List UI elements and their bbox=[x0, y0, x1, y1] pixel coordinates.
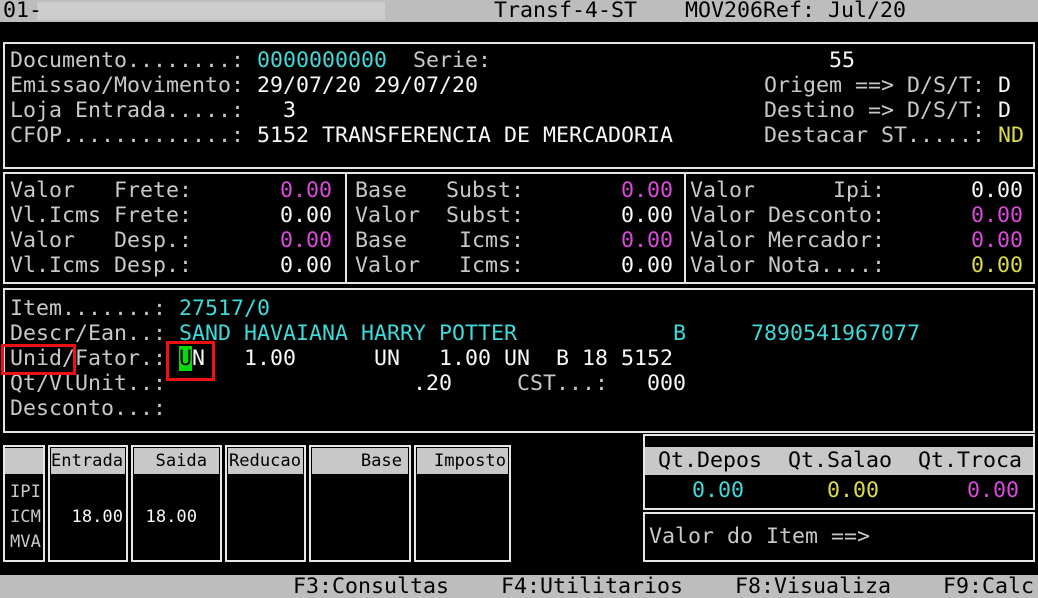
annotation-unid-label-box bbox=[1, 344, 76, 375]
documento-label: Documento........: bbox=[10, 48, 257, 73]
terminal-screen: 01- Transf-4-ST MOV206 Ref: Jul/20 Docum… bbox=[0, 0, 1038, 598]
valor-ipi-label: Valor Ipi: bbox=[690, 178, 885, 203]
vlicms-desp-label: Vl.Icms Desp.: bbox=[10, 253, 192, 278]
serie-label: Serie: bbox=[387, 48, 491, 73]
app-title: Transf-4-ST bbox=[494, 0, 637, 22]
valor-mercador-value: 0.00 bbox=[971, 228, 1023, 253]
field-emissao: Emissao/Movimento: 29/07/20 29/07/20 bbox=[10, 73, 478, 98]
fkey-f8-visualiza[interactable]: F8:Visualiza bbox=[735, 575, 891, 598]
qt-troca-header: Qt.Troca bbox=[918, 447, 1022, 475]
descr-flag: B bbox=[673, 321, 686, 346]
field-cfop: CFOP.............: 5152 TRANSFERENCIA DE… bbox=[10, 123, 673, 148]
destacar-st-value[interactable]: ND bbox=[998, 123, 1024, 148]
title-bar: 01- Transf-4-ST MOV206 Ref: Jul/20 bbox=[0, 0, 1038, 22]
destino-value[interactable]: D bbox=[998, 98, 1011, 123]
qt-depos-value: 0.00 bbox=[692, 478, 744, 503]
function-key-bar: F3:Consultas F4:Utilitarios F8:Visualiza… bbox=[0, 575, 1038, 598]
loja-label: Loja Entrada.....: bbox=[10, 98, 257, 123]
tax-col-reducao-header: Reducao bbox=[228, 448, 303, 474]
tax-cell-entrada-icm: 18.00 bbox=[48, 505, 128, 530]
tax-row-mva: MVA bbox=[10, 530, 41, 555]
fkey-f3-consultas[interactable]: F3:Consultas bbox=[293, 575, 449, 598]
item-value[interactable]: 27517/0 bbox=[179, 296, 270, 321]
field-loja-entrada: Loja Entrada.....: 3 bbox=[10, 98, 296, 123]
tax-col-saida-header: Saida bbox=[134, 448, 219, 474]
field-documento: Documento........: 0000000000 Serie: bbox=[10, 48, 491, 73]
field-destino: Destino => D/S/T: D bbox=[764, 98, 1011, 123]
vlicms-frete-label: Vl.Icms Frete: bbox=[10, 203, 192, 228]
base-icms-label: Base Icms: bbox=[355, 228, 524, 253]
module-code: MOV206 bbox=[685, 0, 763, 22]
factor-value[interactable]: 1.00 bbox=[244, 346, 296, 371]
valor-desconto-value: 0.00 bbox=[971, 203, 1023, 228]
field-origem: Origem ==> D/S/T: D bbox=[764, 73, 1011, 98]
reference-period: Ref: Jul/20 bbox=[763, 0, 906, 22]
ean-value: 7890541967077 bbox=[751, 321, 920, 346]
tax-col-entrada-header: Entrada bbox=[51, 448, 125, 474]
valor-icms-value: 0.00 bbox=[621, 253, 673, 278]
tax-row-ipi: IPI bbox=[10, 480, 41, 505]
desconto-label: Desconto...: bbox=[10, 396, 179, 421]
base-subst-value: 0.00 bbox=[621, 178, 673, 203]
tax-code-value: B 18 5152 bbox=[556, 346, 673, 371]
valor-nota-label: Valor Nota....: bbox=[690, 253, 885, 278]
item-label: Item.......: bbox=[10, 296, 179, 321]
destino-label: Destino => D/S/T: bbox=[764, 98, 998, 123]
totals-divider-2 bbox=[684, 172, 686, 284]
field-descr-ean: Descr/Ean..: SAND HAVAIANA HARRY POTTER bbox=[10, 321, 517, 346]
valor-frete-value: 0.00 bbox=[280, 178, 332, 203]
titlebar-highlight bbox=[37, 2, 385, 20]
valor-desconto-label: Valor Desconto: bbox=[690, 203, 885, 228]
qt-troca-value: 0.00 bbox=[967, 478, 1019, 503]
origem-label: Origem ==> D/S/T: bbox=[764, 73, 998, 98]
totals-divider-1 bbox=[345, 172, 347, 284]
descr-value[interactable]: SAND HAVAIANA HARRY POTTER bbox=[179, 321, 517, 346]
annotation-unit-field-box bbox=[166, 341, 215, 381]
valor-nota-value: 0.00 bbox=[971, 253, 1023, 278]
loja-value[interactable]: 3 bbox=[257, 98, 296, 123]
valor-icms-label: Valor Icms: bbox=[355, 253, 524, 278]
tax-col-imposto-header: Imposto bbox=[417, 448, 508, 474]
cfop-label: CFOP.............: bbox=[10, 123, 257, 148]
valor-desp-label: Valor Desp.: bbox=[10, 228, 192, 253]
cfop-value[interactable]: 5152 TRANSFERENCIA DE MERCADORIA bbox=[257, 123, 673, 148]
field-destacar-st: Destacar ST.....: ND bbox=[764, 123, 1024, 148]
valor-mercador-label: Valor Mercador: bbox=[690, 228, 885, 253]
quantities-header-chip: Qt.Depos Qt.Salao Qt.Troca bbox=[645, 447, 1033, 475]
destacar-st-label: Destacar ST.....: bbox=[764, 123, 998, 148]
unit2-value[interactable]: UN bbox=[374, 346, 400, 371]
vlicms-frete-value: 0.00 bbox=[280, 203, 332, 228]
tax-row-icm: ICM bbox=[10, 505, 41, 530]
cst-value[interactable]: 000 bbox=[647, 371, 686, 396]
cst-label: CST...: bbox=[517, 371, 608, 396]
emissao-label: Emissao/Movimento: bbox=[10, 73, 257, 98]
field-item: Item.......: 27517/0 bbox=[10, 296, 270, 321]
vlicms-desp-value: 0.00 bbox=[280, 253, 332, 278]
qty-unit-value[interactable]: 1.00 UN bbox=[439, 346, 530, 371]
session-id: 01- bbox=[3, 0, 42, 22]
valor-do-item-label: Valor do Item ==> bbox=[649, 524, 870, 549]
descr-label: Descr/Ean..: bbox=[10, 321, 179, 346]
qt-salao-header: Qt.Salao bbox=[788, 447, 892, 475]
base-icms-value: 0.00 bbox=[621, 228, 673, 253]
origem-value[interactable]: D bbox=[998, 73, 1011, 98]
fkey-f4-utilitarios[interactable]: F4:Utilitarios bbox=[501, 575, 683, 598]
valor-subst-label: Valor Subst: bbox=[355, 203, 524, 228]
documento-value[interactable]: 0000000000 bbox=[257, 48, 387, 73]
valor-subst-value: 0.00 bbox=[621, 203, 673, 228]
emissao-value[interactable]: 29/07/20 29/07/20 bbox=[257, 73, 478, 98]
serie-number: 55 bbox=[829, 48, 855, 73]
valor-ipi-value: 0.00 bbox=[971, 178, 1023, 203]
fkey-f9-calc[interactable]: F9:Calc bbox=[943, 575, 1034, 598]
valor-desp-value: 0.00 bbox=[280, 228, 332, 253]
qt-depos-header: Qt.Depos bbox=[658, 447, 762, 475]
base-subst-label: Base Subst: bbox=[355, 178, 524, 203]
valor-frete-label: Valor Frete: bbox=[10, 178, 192, 203]
tax-cell-saida-icm: 18.00 bbox=[131, 505, 222, 530]
tax-col-base-header: Base bbox=[312, 448, 408, 474]
tax-corner-chip bbox=[5, 448, 43, 474]
qt-salao-value: 0.00 bbox=[827, 478, 879, 503]
vl-unit-value[interactable]: .20 bbox=[413, 371, 452, 396]
